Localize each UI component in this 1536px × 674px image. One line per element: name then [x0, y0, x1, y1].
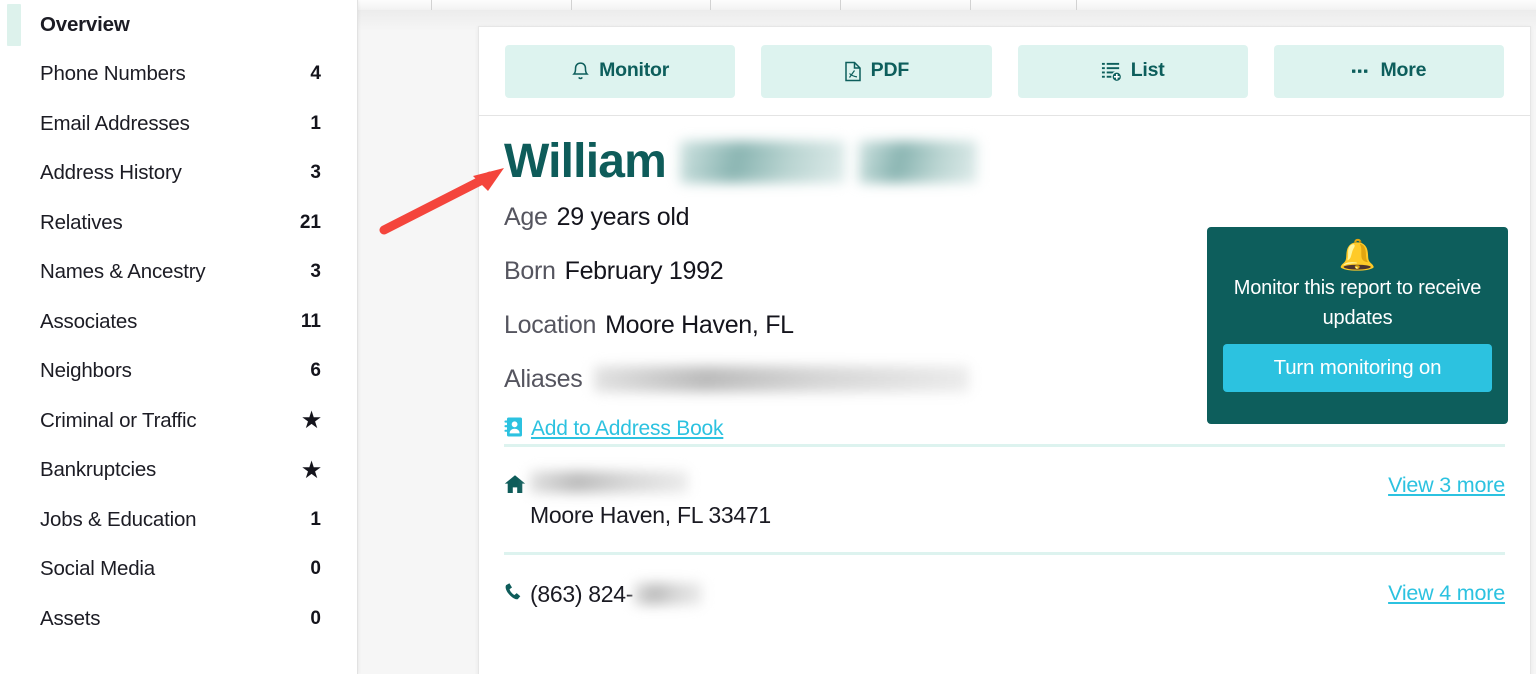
- sidebar-item-count: 6: [310, 360, 321, 382]
- profile-summary: William Age 29 years old Born February 1…: [479, 116, 1530, 444]
- phone-icon: [504, 579, 530, 607]
- location-label: Location: [504, 310, 597, 339]
- sidebar-navigation: Overview Phone Numbers 4 Email Addresses…: [0, 0, 358, 674]
- phone-record-row: (863) 824- View 4 more: [479, 555, 1530, 643]
- ellipsis-icon: [1351, 67, 1371, 75]
- report-panel: Monitor PDF List More 🔔 Monitor this rep…: [478, 26, 1531, 674]
- sidebar-item-label: Relatives: [40, 210, 123, 234]
- view-more-addresses-link[interactable]: View 3 more: [1388, 473, 1505, 498]
- sidebar-item-names-ancestry[interactable]: Names & Ancestry 3: [0, 248, 357, 298]
- profile-location-row: Location Moore Haven, FL: [504, 298, 1500, 352]
- sidebar-item-label: Criminal or Traffic: [40, 408, 197, 432]
- sidebar-item-label: Social Media: [40, 557, 155, 581]
- address-record-body: Moore Haven, FL 33471: [530, 471, 1505, 530]
- profile-born-row: Born February 1992: [504, 244, 1500, 298]
- home-icon: [504, 471, 530, 499]
- sidebar-item-count: 1: [310, 112, 321, 134]
- sidebar-item-relatives[interactable]: Relatives 21: [0, 198, 357, 248]
- profile-age-row: Age 29 years old: [504, 190, 1500, 244]
- sidebar-item-label: Jobs & Education: [40, 507, 197, 531]
- sidebar-item-label: Neighbors: [40, 359, 132, 383]
- profile-name: William: [504, 134, 1500, 190]
- sidebar-item-count: 3: [310, 261, 321, 283]
- sidebar-item-label: Email Addresses: [40, 111, 190, 135]
- pdf-file-icon: [844, 61, 862, 82]
- age-value: 29 years old: [556, 202, 690, 231]
- sidebar-item-assets[interactable]: Assets 0: [0, 594, 357, 644]
- redacted-middle-name: [680, 141, 846, 183]
- sidebar-item-label: Address History: [40, 161, 182, 185]
- born-label: Born: [504, 256, 556, 285]
- add-to-list-icon: [1101, 61, 1122, 82]
- add-to-address-book-label: Add to Address Book: [531, 417, 724, 440]
- monitor-button[interactable]: Monitor: [505, 44, 736, 98]
- active-indicator: [7, 4, 21, 46]
- sidebar-item-count: 11: [300, 310, 321, 332]
- sidebar-item-count: 0: [310, 607, 321, 629]
- profile-first-name: William: [504, 135, 667, 188]
- sidebar-item-label: Bankruptcies: [40, 458, 157, 482]
- age-label: Age: [504, 202, 548, 231]
- redacted-phone-suffix: [634, 583, 703, 605]
- redacted-street-address: [530, 471, 688, 493]
- sidebar-item-label: Assets: [40, 606, 101, 630]
- add-to-address-book-link[interactable]: Add to Address Book: [504, 414, 1500, 444]
- sidebar-item-criminal-or-traffic[interactable]: Criminal or Traffic ★: [0, 396, 357, 446]
- sidebar-item-count: 0: [310, 558, 321, 580]
- bell-icon: [571, 61, 590, 82]
- sidebar-item-count: 3: [310, 162, 321, 184]
- report-toolbar: Monitor PDF List More: [479, 27, 1530, 116]
- location-value: Moore Haven, FL: [605, 310, 794, 339]
- sidebar-item-label: Overview: [40, 12, 130, 36]
- star-icon: ★: [302, 409, 321, 433]
- sidebar-item-jobs-education[interactable]: Jobs & Education 1: [0, 495, 357, 545]
- sidebar-item-count: 4: [310, 63, 321, 85]
- sidebar-item-bankruptcies[interactable]: Bankruptcies ★: [0, 446, 357, 496]
- sidebar-item-label: Associates: [40, 309, 138, 333]
- page-root: Overview Phone Numbers 4 Email Addresses…: [0, 0, 1536, 674]
- sidebar-item-address-history[interactable]: Address History 3: [0, 149, 357, 199]
- sidebar-item-neighbors[interactable]: Neighbors 6: [0, 347, 357, 397]
- sidebar-item-count: 21: [299, 211, 321, 233]
- redacted-last-name: [859, 141, 978, 183]
- sidebar-item-phone-numbers[interactable]: Phone Numbers 4: [0, 50, 357, 100]
- more-button-label: More: [1380, 59, 1427, 82]
- star-icon: ★: [302, 458, 321, 482]
- address-city-state-zip: Moore Haven, FL 33471: [530, 502, 771, 528]
- sidebar-item-email-addresses[interactable]: Email Addresses 1: [0, 99, 357, 149]
- list-button[interactable]: List: [1017, 44, 1248, 98]
- address-record-row: Moore Haven, FL 33471 View 3 more: [479, 447, 1530, 552]
- sidebar-item-associates[interactable]: Associates 11: [0, 297, 357, 347]
- address-book-icon: [504, 416, 524, 443]
- pdf-button-label: PDF: [870, 59, 910, 82]
- redacted-aliases: [593, 366, 969, 392]
- sidebar-item-social-media[interactable]: Social Media 0: [0, 545, 357, 595]
- sidebar-item-count: 1: [310, 508, 321, 530]
- sidebar-item-overview[interactable]: Overview: [0, 0, 357, 50]
- phone-record-body: (863) 824-: [530, 579, 1505, 609]
- phone-number-prefix: (863) 824-: [530, 581, 634, 607]
- report-body: 🔔 Monitor this report to receive updates…: [479, 116, 1530, 643]
- list-button-label: List: [1130, 59, 1165, 82]
- pdf-button[interactable]: PDF: [761, 44, 992, 98]
- more-button[interactable]: More: [1273, 44, 1504, 98]
- sidebar-item-label: Names & Ancestry: [40, 260, 206, 284]
- view-more-phones-link[interactable]: View 4 more: [1388, 581, 1505, 606]
- sidebar-item-label: Phone Numbers: [40, 62, 186, 86]
- born-value: February 1992: [564, 256, 724, 285]
- profile-aliases-row: Aliases: [504, 352, 1500, 406]
- aliases-label: Aliases: [504, 364, 583, 393]
- monitor-button-label: Monitor: [599, 59, 670, 82]
